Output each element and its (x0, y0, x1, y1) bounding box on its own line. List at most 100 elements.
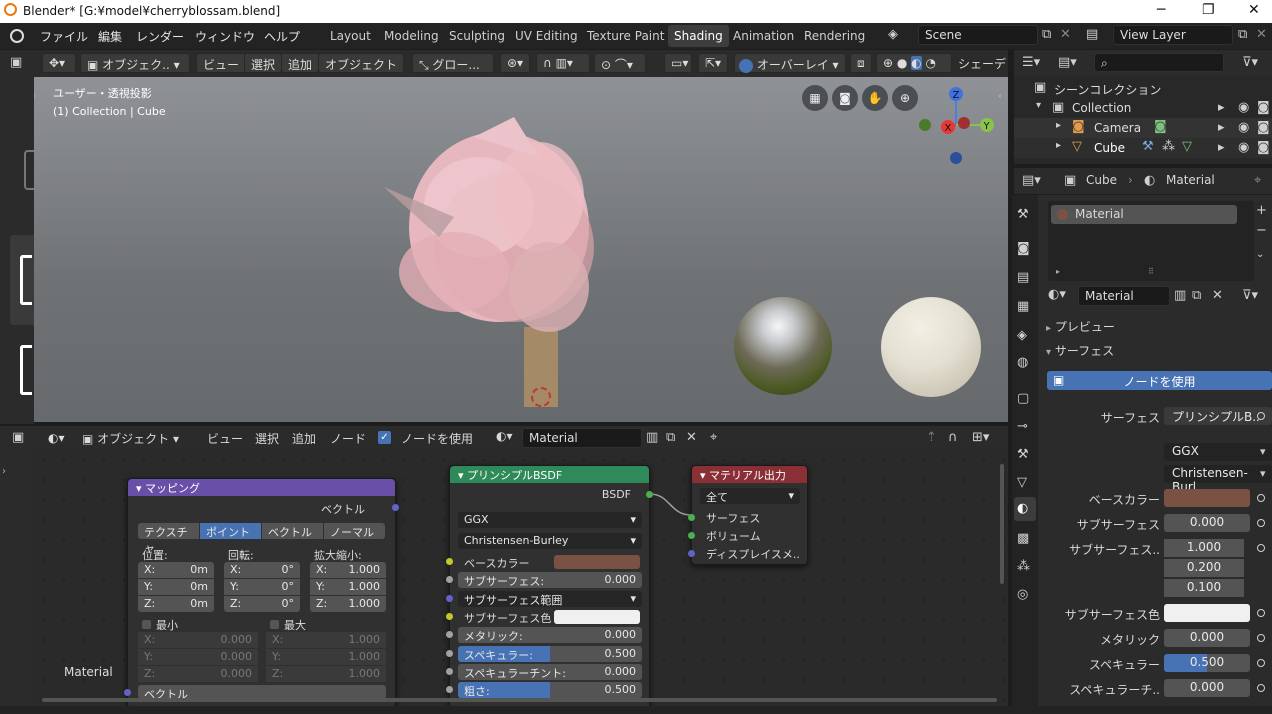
particles-icon[interactable]: ⁂ (1162, 139, 1175, 154)
mapping-vector-output-socket[interactable] (392, 504, 399, 511)
snap-toggle[interactable]: ∩ ▥▾ (536, 53, 590, 73)
blender-menu-icon[interactable] (10, 29, 24, 43)
filter-icon[interactable]: ⊽▾ (1242, 55, 1258, 70)
mapping-rot-x-field[interactable]: X: 0° (224, 562, 300, 578)
mapping-rot-y-field[interactable]: Y: 0° (224, 579, 300, 595)
mapping-min_vals-2-field[interactable]: Z: 0.000 (138, 666, 258, 682)
camera-data-icon[interactable]: ◙ (1154, 119, 1167, 134)
scene-tab-icon[interactable]: ◈ (1017, 328, 1027, 343)
shader-type-dropdown[interactable]: ◐▾ (42, 429, 76, 449)
prop-value-field[interactable]: 0.000 (1164, 514, 1250, 532)
mapping-max_vals-1-field[interactable]: Y: 1.000 (266, 649, 386, 665)
specular-field[interactable]: スペキュラー: 0.500 (458, 646, 642, 662)
mapping-scale-z-field[interactable]: Z: 1.000 (310, 596, 386, 612)
mesh-data-icon[interactable]: ▽ (1182, 139, 1192, 154)
pin-icon[interactable]: ⌖ (710, 430, 717, 445)
prop-value-field[interactable]: Christensen-Burl.. (1164, 465, 1272, 494)
mapping-vector-input[interactable]: ベクトル (138, 685, 386, 701)
new-scene-icon[interactable]: ⧉ (1042, 27, 1051, 42)
use-nodes-button[interactable]: ▣ ノードを使用 (1047, 371, 1272, 390)
mapping-max_vals-2-field[interactable]: Z: 1.000 (266, 666, 386, 682)
zoom-icon[interactable]: ⊕ (892, 85, 918, 111)
max-checkbox[interactable] (270, 620, 279, 629)
tool-tab-icon[interactable]: ⚒ (1017, 207, 1029, 222)
selectable-toggle-icon[interactable]: ▸ (1218, 100, 1225, 115)
camera-render-icon[interactable]: ◙ (1257, 120, 1270, 135)
material-output-header[interactable]: ▾ マテリアル出力 (692, 466, 807, 483)
pivot-dropdown[interactable]: ⊛▾ (500, 53, 530, 73)
properties-pin-icon[interactable]: ⌖ (1254, 173, 1261, 188)
keyframe-dot-icon[interactable] (1257, 659, 1265, 667)
view-layer-tab-icon[interactable]: ▦ (1017, 299, 1029, 314)
menu-edit[interactable]: 編集 (98, 28, 122, 45)
list-expand-icon[interactable]: ▸ (1056, 267, 1060, 276)
menu-window[interactable]: ウィンドウ (195, 28, 255, 45)
tab-rendering[interactable]: Rendering (798, 25, 871, 47)
displacement-input-socket[interactable] (688, 550, 695, 557)
subsurface-radius-dropdown[interactable]: サブサーフェス範囲 ▾ (458, 591, 642, 607)
mapping-tab-normal[interactable]: ノーマル (324, 523, 385, 539)
collection-row[interactable]: ▾ ▣ Collection ▸ ◉ ◙ (1014, 98, 1272, 118)
delete-view-layer-icon[interactable]: ✕ (1256, 27, 1267, 42)
expand-toolbar-icon[interactable]: ‹ (34, 91, 36, 102)
scene-name-field[interactable]: Scene (918, 25, 1038, 45)
fake-user-icon[interactable]: ▥ (646, 430, 658, 445)
texture-tab-icon[interactable]: ▩ (1017, 531, 1029, 546)
node-material-field[interactable]: Material (522, 428, 642, 448)
mapping-min_vals-1-field[interactable]: Y: 0.000 (138, 649, 258, 665)
viewport-editor-type-button[interactable]: ✥▾ (42, 53, 76, 73)
snap-node-icon[interactable]: ∩ (948, 430, 958, 445)
specular-tint-socket[interactable] (446, 668, 453, 675)
shading-popover[interactable]: シェーデ (958, 55, 1006, 72)
duplicate-material-icon[interactable]: ⧉ (666, 430, 675, 445)
material-duplicate-icon[interactable]: ⧉ (1192, 288, 1201, 303)
prop-value-field[interactable]: GGX (1164, 443, 1272, 461)
breadcrumb-object[interactable]: Cube (1086, 173, 1117, 187)
prop-value-field[interactable]: 1.000 (1164, 539, 1244, 557)
mapping-scale-y-field[interactable]: Y: 1.000 (310, 579, 386, 595)
cube-row[interactable]: ▸ ▽ Cube ⚒ ⁂ ▽ ▸ ◉ ◙ (1014, 138, 1272, 158)
particles-tab-icon[interactable]: ⁂ (1017, 559, 1030, 574)
constraints-tab-icon[interactable]: ⊸ (1017, 419, 1028, 434)
outliner-editor-type-icon[interactable]: ☰▾ (1022, 55, 1040, 70)
bsdf-output-socket[interactable] (646, 491, 653, 498)
view-layer-field[interactable]: View Layer (1113, 25, 1233, 45)
subsurface-socket[interactable] (446, 576, 453, 583)
delete-scene-icon[interactable]: ✕ (1060, 27, 1071, 42)
mapping-loc-x-field[interactable]: X: 0m (138, 562, 214, 578)
node-view-menu[interactable]: ビュー (207, 430, 243, 447)
keyframe-dot-icon[interactable] (1257, 609, 1265, 617)
distribution-dropdown[interactable]: GGX ▾ (458, 512, 642, 528)
overlay-dropdown[interactable]: オーバーレイ ▾ (734, 53, 846, 73)
prop-value-field[interactable]: 0.500 (1164, 654, 1250, 672)
preview-panel-header[interactable]: ▸ プレビュー (1046, 318, 1266, 335)
node-vertical-scrollbar[interactable] (1000, 464, 1004, 584)
browse-material-icon[interactable]: ◐▾ (1048, 287, 1066, 302)
tab-texture-paint[interactable]: Texture Paint (581, 25, 670, 47)
prop-value-field[interactable]: 0.200 (1164, 559, 1244, 577)
tab-uv-editing[interactable]: UV Editing (509, 25, 584, 47)
principled-bsdf-header[interactable]: ▾ プリンシプルBSDF (450, 466, 649, 483)
specular-tint-field[interactable]: スペキュラーチント: 0.000 (458, 664, 642, 680)
mapping-node-header[interactable]: ▾ マッピング (128, 479, 395, 496)
output-target-dropdown[interactable]: 全て ▾ (700, 488, 800, 504)
maximize-button[interactable]: ❐ (1202, 2, 1215, 18)
visibility-eye-icon[interactable]: ◉ (1238, 100, 1249, 115)
menu-file[interactable]: ファイル (40, 28, 88, 45)
node-mode-dropdown[interactable]: ▣ オブジェクト ▾ (82, 430, 179, 447)
render-camera-icon[interactable]: ◙ (1257, 100, 1270, 115)
surface-input-socket[interactable] (688, 514, 695, 521)
mapping-node[interactable]: ▾ マッピング ベクトル テクスチャ ポイント ベクトル ノーマル 位置: 回転… (124, 478, 399, 706)
material-output-node[interactable]: ▾ マテリアル出力 全て ▾ サーフェス ボリューム ディスプレイスメ.. (688, 465, 808, 565)
close-button[interactable]: ✕ (1248, 2, 1260, 18)
tab-layout[interactable]: Layout (324, 25, 377, 47)
camera-visibility-icon[interactable]: ◉ (1238, 120, 1249, 135)
keyframe-dot-icon[interactable] (1257, 519, 1265, 527)
mapping-min_vals-0-field[interactable]: X: 0.000 (138, 632, 258, 648)
outliner-search-field[interactable]: ⌕ (1094, 53, 1224, 72)
mapping-loc-z-field[interactable]: Z: 0m (138, 596, 214, 612)
expand-cube-icon[interactable]: ▸ (1056, 140, 1061, 151)
subsurface-method-dropdown[interactable]: Christensen-Burley ▾ (458, 533, 642, 549)
snap-target-dropdown[interactable]: ⊞▾ (972, 430, 989, 445)
view-layer-icon[interactable]: ▤ (1086, 27, 1098, 42)
